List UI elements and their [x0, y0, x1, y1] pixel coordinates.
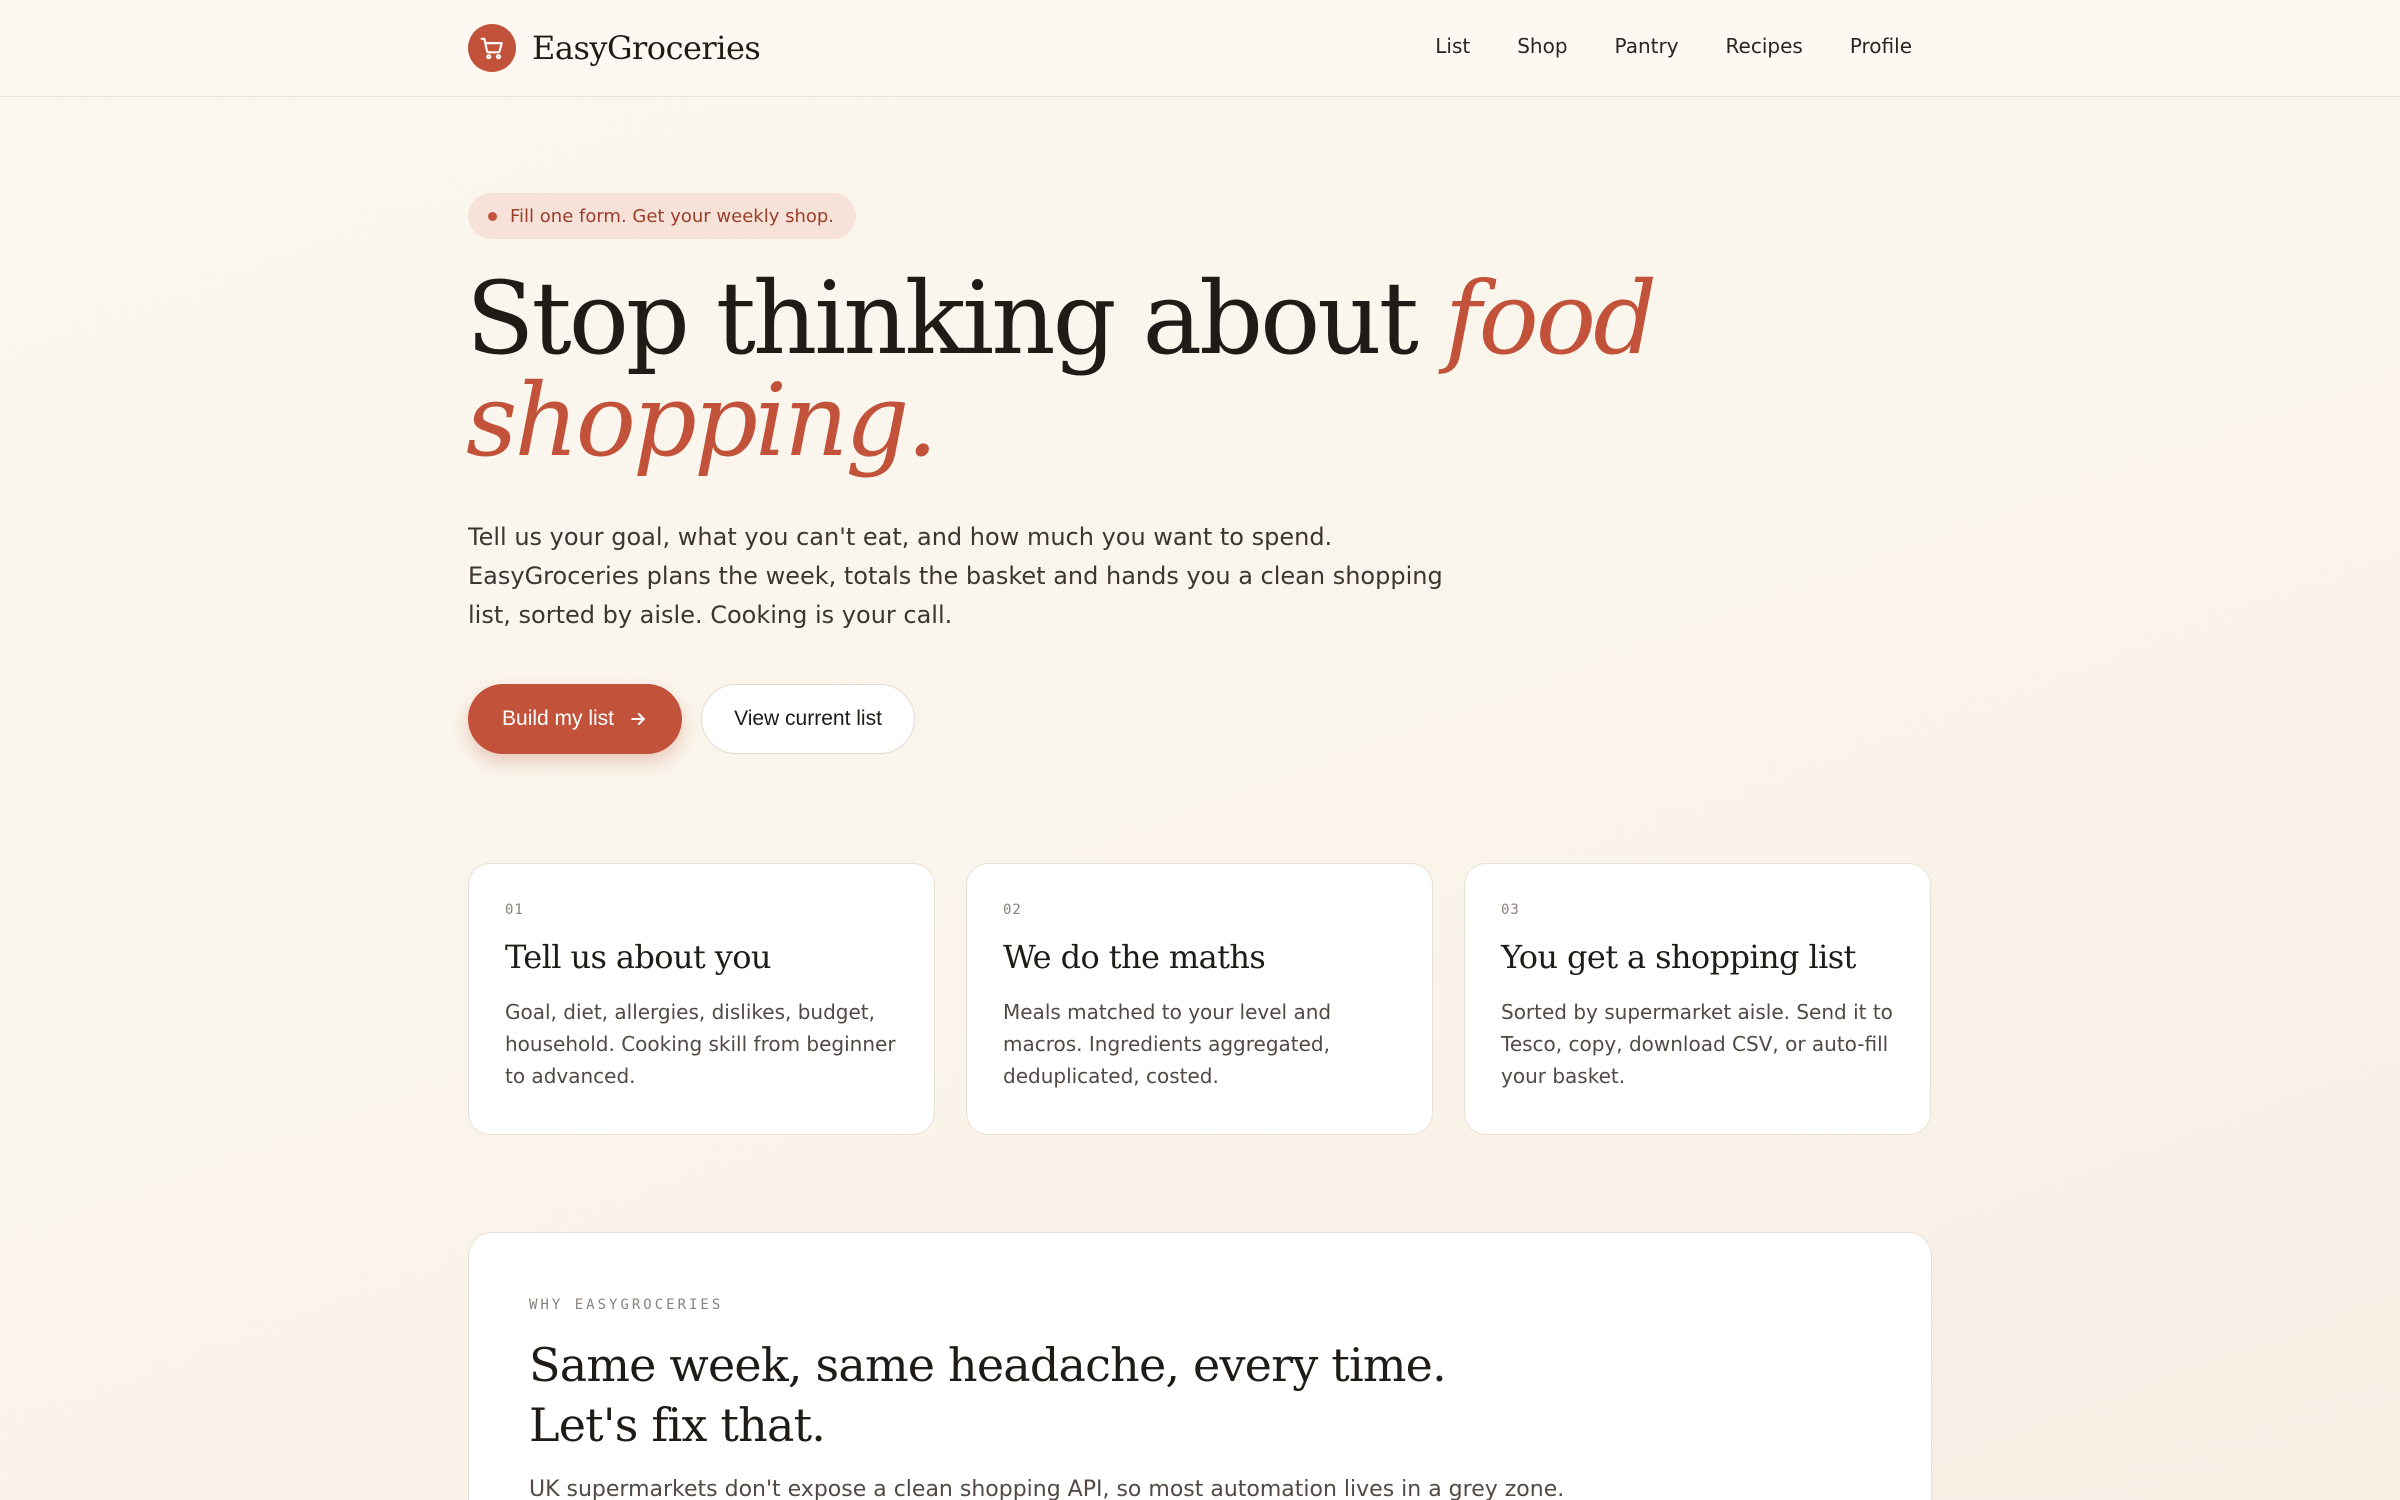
nav-list[interactable]: List [1435, 34, 1470, 58]
why-body: UK supermarkets don't expose a clean sho… [529, 1477, 1565, 1500]
step-body: Sorted by supermarket aisle. Send it to … [1501, 1000, 1893, 1088]
view-list-label: View current list [734, 707, 882, 730]
step-number: 01 [505, 902, 524, 918]
why-title: Same week, same headache, every time. Le… [529, 1338, 1447, 1452]
step-number: 03 [1501, 902, 1520, 918]
step-number: 02 [1003, 902, 1022, 918]
step-body: Meals matched to your level and macros. … [1003, 1000, 1332, 1088]
nav-shop[interactable]: Shop [1517, 34, 1567, 58]
tagline-pill: Fill one form. Get your weekly shop. [468, 193, 857, 239]
hero-title: Stop thinking about food shopping. [466, 268, 1766, 472]
step-card-1: 01 Tell us about you Goal, diet, allergi… [468, 863, 935, 1135]
step-body: Goal, diet, allergies, dislikes, budget,… [505, 1000, 896, 1088]
view-list-button[interactable]: View current list [701, 684, 915, 754]
why-section: WHY EASYGROCERIES Same week, same headac… [468, 1232, 1932, 1500]
nav-recipes[interactable]: Recipes [1726, 34, 1803, 58]
nav-pantry[interactable]: Pantry [1615, 34, 1679, 58]
brand-name: EasyGroceries [532, 29, 761, 67]
step-title: We do the maths [1003, 938, 1266, 976]
step-title: Tell us about you [505, 938, 771, 976]
cart-icon [468, 24, 516, 72]
step-card-3: 03 You get a shopping list Sorted by sup… [1464, 863, 1931, 1135]
step-title: You get a shopping list [1501, 938, 1856, 976]
why-kicker: WHY EASYGROCERIES [529, 1297, 724, 1313]
step-card-2: 02 We do the maths Meals matched to your… [966, 863, 1433, 1135]
nav-profile[interactable]: Profile [1850, 34, 1912, 58]
hero-title-plain: Stop thinking about [466, 260, 1445, 377]
build-list-label: Build my list [501, 707, 615, 730]
hero-subtitle: Tell us your goal, what you can't eat, a… [468, 523, 1443, 629]
brand[interactable]: EasyGroceries [468, 24, 761, 72]
site-header: EasyGroceries List Shop Pantry Recipes P… [0, 0, 2400, 97]
build-list-button[interactable]: Build my list [468, 684, 682, 754]
main-nav: List Shop Pantry Recipes Profile [1435, 34, 1912, 58]
arrow-right-icon [631, 713, 645, 725]
